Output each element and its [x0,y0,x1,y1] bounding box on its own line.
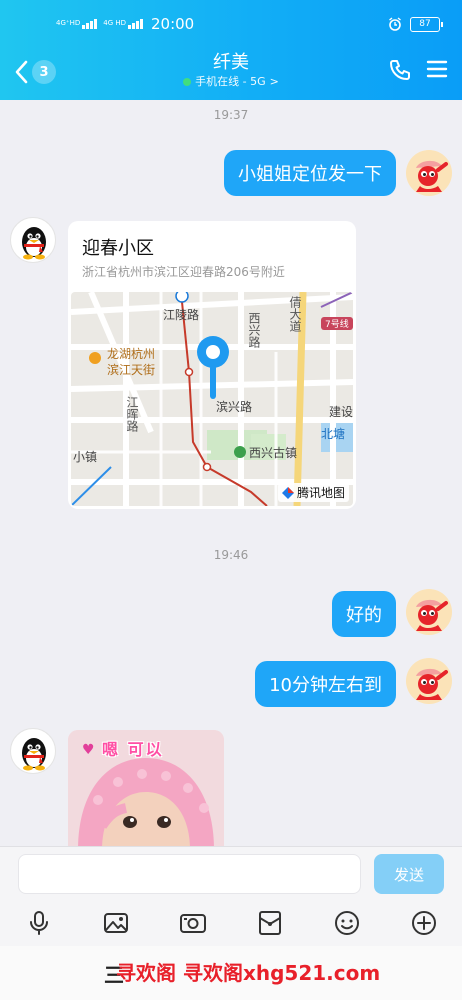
map-label-jianghui: 江晖路 [125,396,139,433]
plus-icon [411,911,436,935]
image-icon [103,913,128,933]
red-packet-icon [258,911,281,935]
map-label-line7: 7号线 [325,318,349,330]
more-button[interactable] [404,903,444,943]
chat-toolbar [0,900,462,946]
map-label-qingdadao: 倩大道 [288,296,302,332]
red-packet-button[interactable] [250,903,290,943]
svg-text:♥: ♥ [82,742,95,758]
timestamp: 19:46 [213,548,249,562]
online-dot [183,78,192,86]
map-provider-text: 腾讯地图 [296,486,345,500]
send-button[interactable]: 发送 [374,854,444,894]
chevron-left-icon [15,60,28,84]
message-input[interactable] [18,854,361,894]
map-label-longhu-1: 龙湖杭州 [107,346,155,361]
my-avatar[interactable] [406,150,452,196]
my-message-bubble[interactable]: 10分钟左右到 [255,661,396,707]
location-card[interactable]: 迎春小区 浙江省杭州市滨江区迎春路206号附近 7号线 江陵路 龙湖杭州 滨江天… [68,221,356,509]
penguin-avatar-icon [22,738,46,771]
my-avatar[interactable] [406,658,452,704]
red-mascot-avatar-icon [406,589,452,635]
red-mascot-avatar-icon [406,150,452,196]
alarm-clock-icon [389,17,401,31]
emoji-button[interactable] [327,903,367,943]
network-type-1: 4G⁺HD [56,19,81,27]
sticker-caption: 嗯 可以 [102,740,164,759]
location-address: 浙江省杭州市滨江区迎春路206号附近 [82,265,285,279]
input-bar: 发送 [0,846,462,900]
signal-icon-2: 4G HD [103,19,143,29]
map-label-xixing: 西兴路 [247,312,261,349]
unread-badge: 3 [32,60,56,84]
penguin-avatar-icon [22,227,46,260]
status-bar: 4G⁺HD 4G HD 20:00 87 [56,13,443,35]
location-map[interactable]: 7号线 江陵路 龙湖杭州 滨江天街 滨兴路 小镇 西兴古镇 建设 北塘 西兴路 … [71,292,353,506]
top-bar: 4G⁺HD 4G HD 20:00 87 3 纤美 手机在线 - 5G > [0,0,462,100]
peer-avatar[interactable] [10,728,56,774]
tencent-map-icon [281,486,294,499]
map-label-beitang: 北塘 [321,426,345,441]
conversation-header[interactable]: 纤美 手机在线 - 5G > [120,52,342,90]
map-image: 7号线 江陵路 龙湖杭州 滨江天街 滨兴路 小镇 西兴古镇 建设 北塘 西兴路 … [71,292,353,506]
network-type-2: 4G HD [103,19,126,27]
map-label-longhu-2: 滨江天街 [107,362,155,377]
my-avatar[interactable] [406,589,452,635]
map-label-jiangling: 江陵路 [163,307,199,322]
message-text: 10分钟左右到 [269,675,382,696]
camera-button[interactable] [173,903,213,943]
my-message-bubble[interactable]: 好的 [332,591,396,637]
phone-icon[interactable] [388,58,412,82]
back-button[interactable]: 3 [14,57,62,87]
camera-icon [179,914,206,933]
battery-indicator: 87 [410,16,443,32]
map-label-xiaozhen: 小镇 [73,450,97,464]
my-message-bubble[interactable]: 小姐姐定位发一下 [224,150,396,196]
chevron-right-icon: > [269,75,279,88]
photo-button[interactable] [96,903,136,943]
status-time: 20:00 [151,15,195,33]
map-label-jianshe: 建设 [329,405,353,419]
sticker-image-message[interactable]: ♥ 嗯 可以 [68,730,224,846]
online-status[interactable]: 手机在线 - 5G > [120,74,342,90]
watermark-text: 寻欢阁 寻欢阁xhg521.com [116,961,381,985]
emoji-icon [334,911,359,935]
map-label-xixingguzhen: 西兴古镇 [249,445,297,460]
map-label-binxing: 滨兴路 [216,399,252,414]
timestamp: 19:37 [213,108,249,122]
chat-area[interactable]: 19:37 小姐姐定位发一下 迎春小区 浙江省杭州市滨江区迎春路206号附近 7… [0,100,462,846]
red-mascot-avatar-icon [406,658,452,704]
location-name: 迎春小区 [82,238,154,259]
message-text: 小姐姐定位发一下 [238,164,382,185]
send-button-label: 发送 [393,865,424,884]
battery-level: 87 [419,18,431,29]
bottom-nav-bar: 三 寻欢阁 寻欢阁xhg521.com [0,946,462,1000]
signal-icon-1: 4G⁺HD [56,19,98,29]
microphone-icon [29,911,48,935]
voice-button[interactable] [19,903,59,943]
map-provider-logo: 腾讯地图 [277,483,349,502]
peer-avatar[interactable] [10,217,56,263]
message-text: 好的 [346,605,382,626]
online-status-text: 手机在线 - 5G [195,75,266,88]
contact-name: 纤美 [213,52,249,73]
menu-icon[interactable] [426,58,448,80]
